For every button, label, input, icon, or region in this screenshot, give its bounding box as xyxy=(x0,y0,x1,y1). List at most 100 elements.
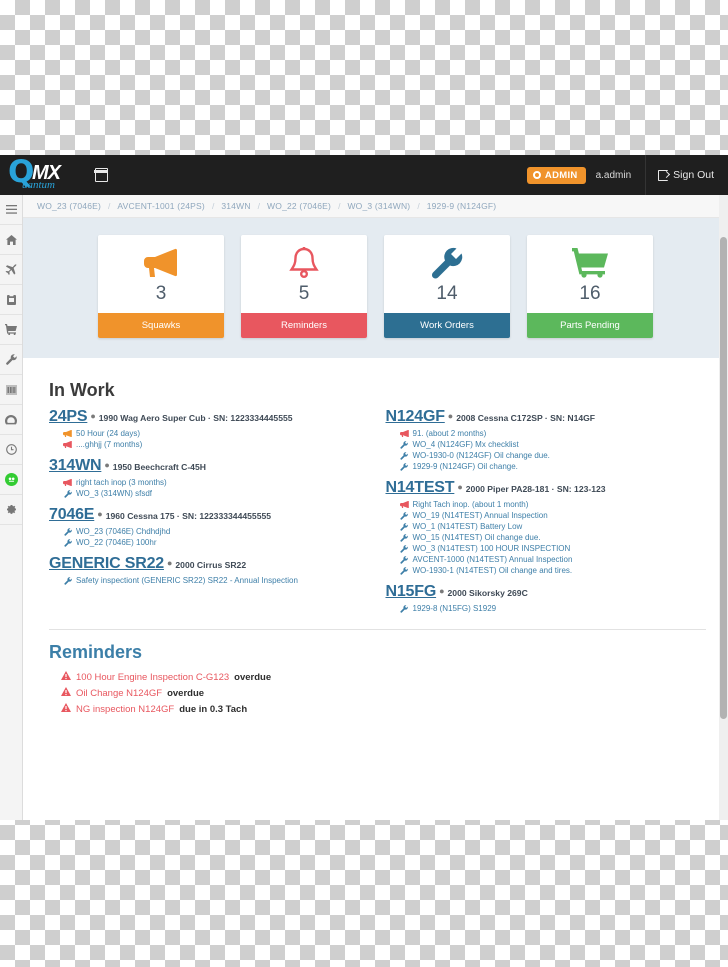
separator-dot: ● xyxy=(90,411,96,422)
username-label: a.admin xyxy=(595,169,632,181)
separator-dot: ● xyxy=(97,509,103,520)
aircraft-tail-number[interactable]: N15FG xyxy=(386,583,437,600)
work-order-link[interactable]: AVCENT-1000 (N14TEST) Annual Inspection xyxy=(413,555,573,564)
in-work-right-column: N124GF ● 2008 Cessna C172SP · SN: N14GF 91.… xyxy=(386,409,707,615)
sidebar-item-dashboard[interactable] xyxy=(0,405,22,435)
hamburger-icon xyxy=(5,205,17,214)
reminder-status: overdue xyxy=(234,671,272,683)
in-work-columns: 24PS ● 1990 Wag Aero Super Cub · SN: 12233… xyxy=(49,409,706,615)
scrollbar-thumb[interactable] xyxy=(720,237,727,719)
left-sidebar xyxy=(0,195,23,820)
breadcrumb-item-2[interactable]: 314WN xyxy=(221,201,250,211)
work-order-link[interactable]: WO-1930-1 (N14TEST) Oil change and tires… xyxy=(413,566,573,575)
breadcrumb-item-0[interactable]: WO_23 (7046E) xyxy=(37,201,101,211)
work-order-link[interactable]: Safety inspectiont (GENERIC SR22) SR22 -… xyxy=(76,576,298,585)
work-order-link[interactable]: WO-1930-0 (N124GF) Oil change due. xyxy=(413,451,550,460)
reminder-link[interactable]: Oil Change N124GF xyxy=(76,688,162,699)
aircraft-tail-number[interactable]: GENERIC SR22 xyxy=(49,555,164,572)
calendar-icon xyxy=(93,168,109,182)
work-order-link[interactable]: WO_15 (N14TEST) Oil change due. xyxy=(413,533,541,542)
work-order-link[interactable]: WO_3 (N14TEST) 100 HOUR INSPECTION xyxy=(413,544,571,553)
megaphone-icon xyxy=(399,501,409,508)
sidebar-item-status[interactable] xyxy=(0,465,22,495)
work-order-link[interactable]: 1929-8 (N15FG) S1929 xyxy=(413,604,497,613)
stat-card-reminders[interactable]: 5 Reminders xyxy=(241,235,367,338)
sidebar-item-aircraft[interactable] xyxy=(0,255,22,285)
wrench-icon xyxy=(400,544,409,553)
aircraft-heading: N124GF ● 2008 Cessna C172SP · SN: N14GF xyxy=(386,409,707,426)
clipboard-icon xyxy=(6,294,16,305)
wrench-icon xyxy=(63,538,72,547)
squawk-link[interactable]: right tach inop (3 months) xyxy=(76,478,167,487)
breadcrumb-separator: / xyxy=(338,201,341,211)
aircraft-heading: 7046E ● 1960 Cessna 175 · SN: 122333344455… xyxy=(49,507,370,524)
stat-card-work-orders[interactable]: 14 Work Orders xyxy=(384,235,510,338)
app-logo[interactable]: Q MX uantum xyxy=(6,155,84,195)
plane-icon xyxy=(5,264,17,275)
aircraft-description: 1960 Cessna 175 · SN: 122333344455555 xyxy=(105,511,272,521)
squawk-link[interactable]: Right Tach inop. (about 1 month) xyxy=(413,500,529,509)
stat-card-count: 14 xyxy=(436,283,458,304)
sidebar-item-reports[interactable] xyxy=(0,375,22,405)
breadcrumb-item-3[interactable]: WO_22 (7046E) xyxy=(267,201,331,211)
wrench-icon xyxy=(400,604,409,613)
reminder-item: 100 Hour Engine Inspection C-G123 overdue xyxy=(61,671,706,683)
wrench-icon xyxy=(431,245,463,281)
reminder-link[interactable]: NG inspection N124GF xyxy=(76,704,174,715)
work-order-link[interactable]: WO_22 (7046E) 100hr xyxy=(76,538,157,547)
work-order-link[interactable]: WO_4 (N124GF) Mx checklist xyxy=(413,440,519,449)
sidebar-item-home[interactable] xyxy=(0,225,22,255)
wrench-icon xyxy=(400,440,409,449)
calendar-button[interactable] xyxy=(84,155,118,195)
work-order-link[interactable]: WO_23 (7046E) Chdhdjhd xyxy=(76,527,170,536)
breadcrumb-item-4[interactable]: WO_3 (314WN) xyxy=(347,201,410,211)
work-order-item: WO_3 (N14TEST) 100 HOUR INSPECTION xyxy=(400,544,707,553)
sidebar-item-settings[interactable] xyxy=(0,495,22,525)
reminders-list: 100 Hour Engine Inspection C-G123 overdue… xyxy=(49,671,706,715)
breadcrumb-item-1[interactable]: AVCENT-1001 (24PS) xyxy=(117,201,205,211)
signout-button[interactable]: Sign Out xyxy=(646,169,728,181)
work-order-item: WO_3 (314WN) sfsdf xyxy=(63,489,370,498)
aircraft-tail-number[interactable]: N14TEST xyxy=(386,479,455,496)
stat-card-label: Work Orders xyxy=(384,313,510,338)
aircraft-tail-number[interactable]: N124GF xyxy=(386,408,445,425)
work-order-link[interactable]: WO_1 (N14TEST) Battery Low xyxy=(413,522,523,531)
main-content: WO_23 (7046E) / AVCENT-1001 (24PS) / 314… xyxy=(23,195,728,820)
megaphone-icon xyxy=(399,430,409,437)
breadcrumb-item-5[interactable]: 1929-9 (N124GF) xyxy=(427,201,497,211)
scrollbar[interactable] xyxy=(719,195,728,820)
stat-card-count: 5 xyxy=(298,283,310,304)
admin-badge[interactable]: ADMIN xyxy=(526,166,586,184)
wrench-icon xyxy=(400,566,409,575)
reminder-item: NG inspection N124GF due in 0.3 Tach xyxy=(61,703,706,715)
aircraft-tail-number[interactable]: 7046E xyxy=(49,506,94,523)
wrench-icon xyxy=(400,511,409,520)
aircraft-tail-number[interactable]: 24PS xyxy=(49,408,88,425)
reminder-link[interactable]: 100 Hour Engine Inspection C-G123 xyxy=(76,672,229,683)
wrench-icon xyxy=(63,527,72,536)
sidebar-item-menu-toggle[interactable] xyxy=(0,195,22,225)
wrench-icon xyxy=(5,354,17,365)
aircraft-description: 2008 Cessna C172SP · SN: N14GF xyxy=(456,413,596,423)
in-work-title: In Work xyxy=(49,380,115,400)
breadcrumb-separator: / xyxy=(211,201,215,211)
squawk-link[interactable]: 50 Hour (24 days) xyxy=(76,429,140,438)
sidebar-item-logbook[interactable] xyxy=(0,285,22,315)
squawk-link[interactable]: ....ghhjj (7 months) xyxy=(76,440,142,449)
squawk-link[interactable]: 91. (about 2 months) xyxy=(413,429,487,438)
squawk-item: 50 Hour (24 days) xyxy=(63,429,370,438)
aircraft-description: 2000 Cirrus SR22 xyxy=(175,560,247,570)
stat-card-label: Parts Pending xyxy=(527,313,653,338)
application-window: Q MX uantum ADMIN a.admin Sign Out WO_23… xyxy=(0,155,728,820)
sidebar-item-maintenance[interactable] xyxy=(0,345,22,375)
sidebar-item-parts[interactable] xyxy=(0,315,22,345)
sidebar-item-reminders[interactable] xyxy=(0,435,22,465)
work-order-link[interactable]: 1929-9 (N124GF) Oil change. xyxy=(413,462,518,471)
green-badge-icon xyxy=(4,473,18,486)
breadcrumb-separator: / xyxy=(257,201,261,211)
stat-card-squawks[interactable]: 3 Squawks xyxy=(98,235,224,338)
aircraft-tail-number[interactable]: 314WN xyxy=(49,457,102,474)
work-order-link[interactable]: WO_19 (N14TEST) Annual Inspection xyxy=(413,511,548,520)
stat-card-parts-pending[interactable]: 16 Parts Pending xyxy=(527,235,653,338)
work-order-link[interactable]: WO_3 (314WN) sfsdf xyxy=(76,489,152,498)
